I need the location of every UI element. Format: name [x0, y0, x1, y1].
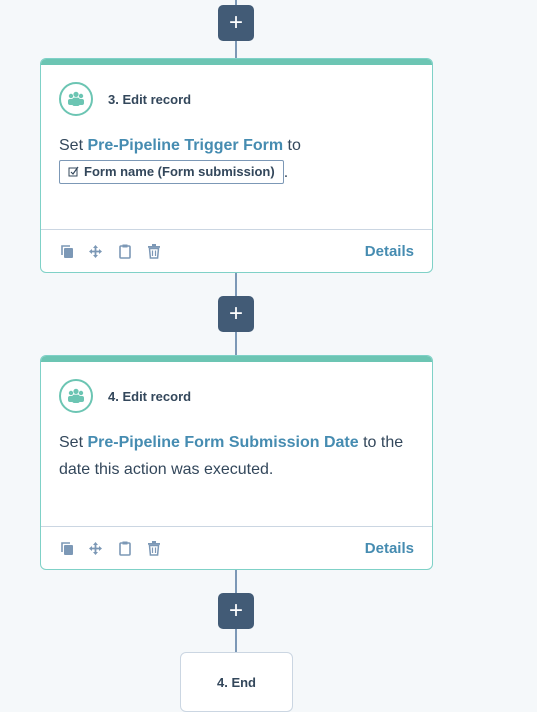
action-card-edit-record-4[interactable]: 4. Edit record Set Pre-Pipeline Form Sub… [40, 355, 433, 570]
trash-icon[interactable] [146, 243, 161, 259]
card-footer: Details [41, 526, 432, 569]
token-icon [68, 166, 79, 177]
action-text: to [287, 137, 301, 154]
action-text: Set [59, 434, 84, 451]
card-title: 3. Edit record [108, 91, 192, 107]
contacts-icon [59, 82, 93, 116]
clone-icon[interactable] [59, 244, 74, 259]
contacts-icon [59, 379, 93, 413]
property-link[interactable]: Pre-Pipeline Trigger Form [87, 137, 283, 154]
personalization-token[interactable]: Form name (Form submission) [59, 159, 284, 184]
action-text: Set [59, 137, 84, 154]
end-node[interactable]: 4. End [180, 652, 293, 712]
card-title: 4. Edit record [108, 388, 192, 404]
trash-icon[interactable] [146, 540, 161, 556]
property-link[interactable]: Pre-Pipeline Form Submission Date [87, 434, 358, 451]
details-link[interactable]: Details [365, 540, 414, 557]
move-icon[interactable] [88, 541, 103, 556]
add-action-button[interactable]: + [218, 593, 254, 629]
details-link[interactable]: Details [365, 243, 414, 260]
card-footer: Details [41, 229, 432, 272]
clone-icon[interactable] [59, 541, 74, 556]
clipboard-icon[interactable] [117, 244, 132, 259]
clipboard-icon[interactable] [117, 541, 132, 556]
move-icon[interactable] [88, 244, 103, 259]
action-text: . [283, 164, 289, 181]
token-label: Form name (Form submission) [84, 163, 275, 179]
add-action-button[interactable]: + [218, 5, 254, 41]
action-card-edit-record-3[interactable]: 3. Edit record Set Pre-Pipeline Trigger … [40, 58, 433, 273]
end-label: 4. End [216, 674, 256, 690]
add-action-button[interactable]: + [218, 296, 254, 332]
